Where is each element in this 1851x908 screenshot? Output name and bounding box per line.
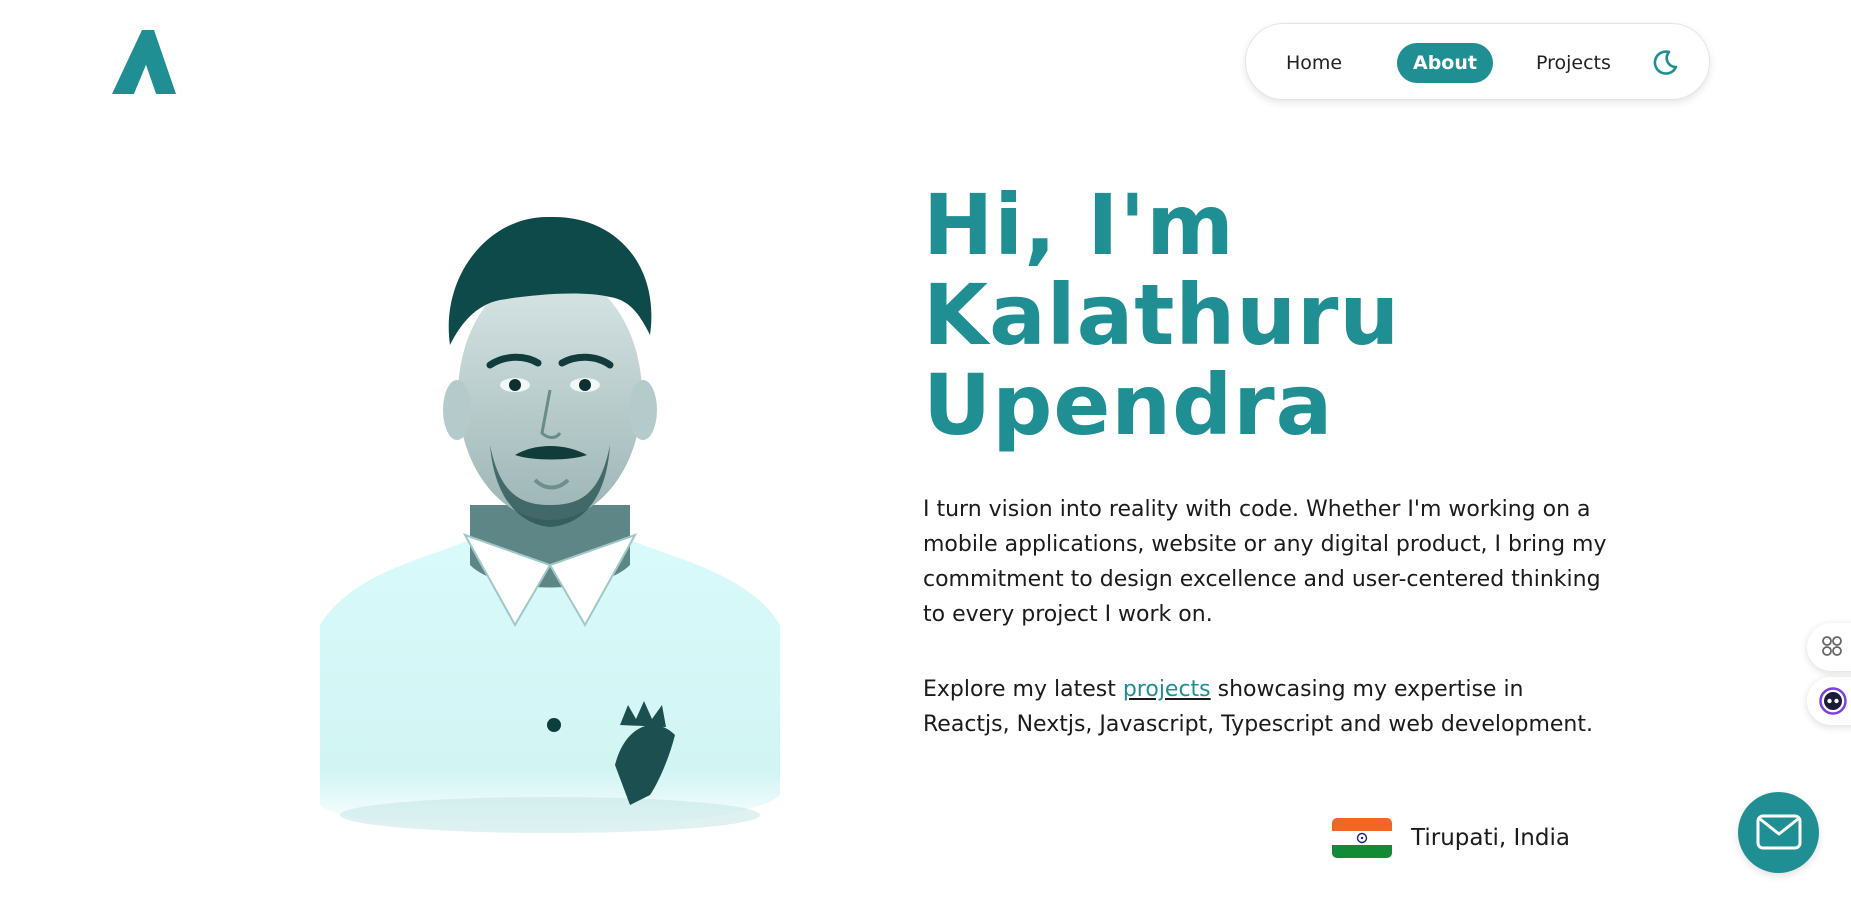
india-flag-icon <box>1332 818 1392 858</box>
moon-icon[interactable] <box>1650 48 1680 78</box>
hero-title-line: Kalathuru <box>923 266 1401 364</box>
mail-icon <box>1756 814 1802 850</box>
main-nav: Home About Projects <box>1245 23 1710 100</box>
hero-title-line: Hi, I'm <box>923 176 1235 274</box>
nav-home-link[interactable]: Home <box>1286 43 1342 83</box>
intro-paragraph: I turn vision into reality with code. Wh… <box>923 497 1607 627</box>
explore-paragraph: Explore my latest projects showcasing my… <box>923 672 1603 742</box>
location: Tirupati, India <box>1332 817 1570 859</box>
profile-portrait <box>310 205 790 845</box>
explore-text-before: Explore my latest <box>923 677 1123 702</box>
projects-link[interactable]: projects <box>1123 677 1211 702</box>
hero-title-line: Upendra <box>923 356 1334 454</box>
location-text: Tirupati, India <box>1411 825 1570 851</box>
triangle-a-logo-icon[interactable] <box>112 30 176 94</box>
nav-projects-link[interactable]: Projects <box>1536 43 1611 83</box>
hero-title: Hi, I'm Kalathuru Upendra <box>923 180 1543 450</box>
nav-about-link[interactable]: About <box>1397 43 1493 83</box>
assistant-face-icon[interactable] <box>1807 677 1851 725</box>
command-icon[interactable] <box>1807 623 1851 671</box>
mail-button[interactable] <box>1738 792 1819 873</box>
